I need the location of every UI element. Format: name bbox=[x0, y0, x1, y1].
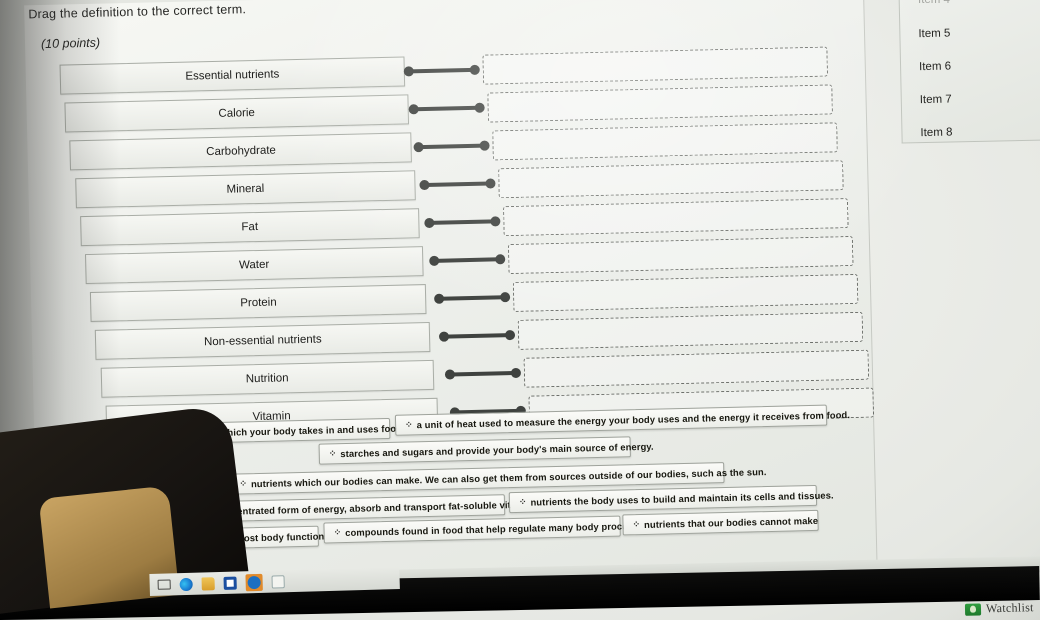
outlook-icon-highlight[interactable] bbox=[245, 573, 263, 591]
watchlist-label: Watchlist bbox=[986, 600, 1035, 616]
item-label: Item 8 bbox=[920, 126, 953, 140]
task-view-icon[interactable] bbox=[157, 579, 171, 590]
item-list-entry[interactable]: Item 8 bbox=[920, 126, 952, 139]
item-list-panel: Item 5 Item 6 Item 7 Item 8 bbox=[898, 0, 1040, 144]
item-label: Item 5 bbox=[918, 27, 951, 41]
drag-handle-icon[interactable]: ⁘ bbox=[239, 478, 246, 488]
watchlist-watermark: Watchlist bbox=[965, 600, 1034, 617]
watchlist-icon bbox=[965, 602, 982, 616]
definition-text: compounds found in food that help regula… bbox=[345, 519, 652, 539]
microsoft-store-icon[interactable] bbox=[223, 576, 237, 590]
definition-text: nutrients that our bodies cannot make bbox=[643, 514, 819, 530]
definition-chip[interactable]: ⁘ nutrients the body uses to build and ma… bbox=[508, 484, 834, 514]
definition-chip[interactable]: ⁘ a unit of heat used to measure the ener… bbox=[394, 404, 850, 436]
window-icon[interactable] bbox=[271, 574, 285, 589]
drag-handle-icon[interactable]: ⁘ bbox=[519, 497, 526, 507]
drag-handle-icon[interactable]: ⁘ bbox=[334, 527, 341, 537]
edge-browser-icon[interactable] bbox=[179, 577, 193, 591]
drag-handle-icon[interactable]: ⁘ bbox=[405, 419, 412, 429]
drag-handle-icon[interactable]: ⁘ bbox=[329, 448, 336, 458]
definition-text: a unit of heat used to measure the energ… bbox=[416, 409, 851, 431]
item-label: Item 6 bbox=[918, 60, 952, 74]
item-label: Item 7 bbox=[919, 93, 952, 107]
outlook-icon[interactable] bbox=[247, 575, 261, 589]
item-list-entry[interactable]: Item 6 bbox=[919, 61, 951, 74]
monitor-screen: Drag the definition to the correct term.… bbox=[0, 0, 1040, 620]
item-list-cutoff-label: Item 4 bbox=[918, 0, 950, 6]
definition-chip[interactable]: ⁘ compounds found in food that help regul… bbox=[323, 515, 652, 544]
file-explorer-icon[interactable] bbox=[201, 576, 215, 591]
item-list-entry[interactable]: Item 7 bbox=[920, 93, 952, 106]
drag-handle-icon[interactable]: ⁘ bbox=[632, 519, 639, 529]
definition-text: nutrients the body uses to build and mai… bbox=[530, 489, 834, 508]
definition-chip[interactable]: ⁘ starches and sugars and provide your bo… bbox=[318, 436, 654, 465]
definition-chip[interactable]: ⁘ nutrients that our bodies cannot make bbox=[622, 509, 819, 536]
item-list-entry[interactable]: Item 5 bbox=[918, 28, 950, 41]
definition-text: nutrients which our bodies can make. We … bbox=[250, 466, 767, 490]
definition-text: starches and sugars and provide your bod… bbox=[340, 440, 654, 460]
